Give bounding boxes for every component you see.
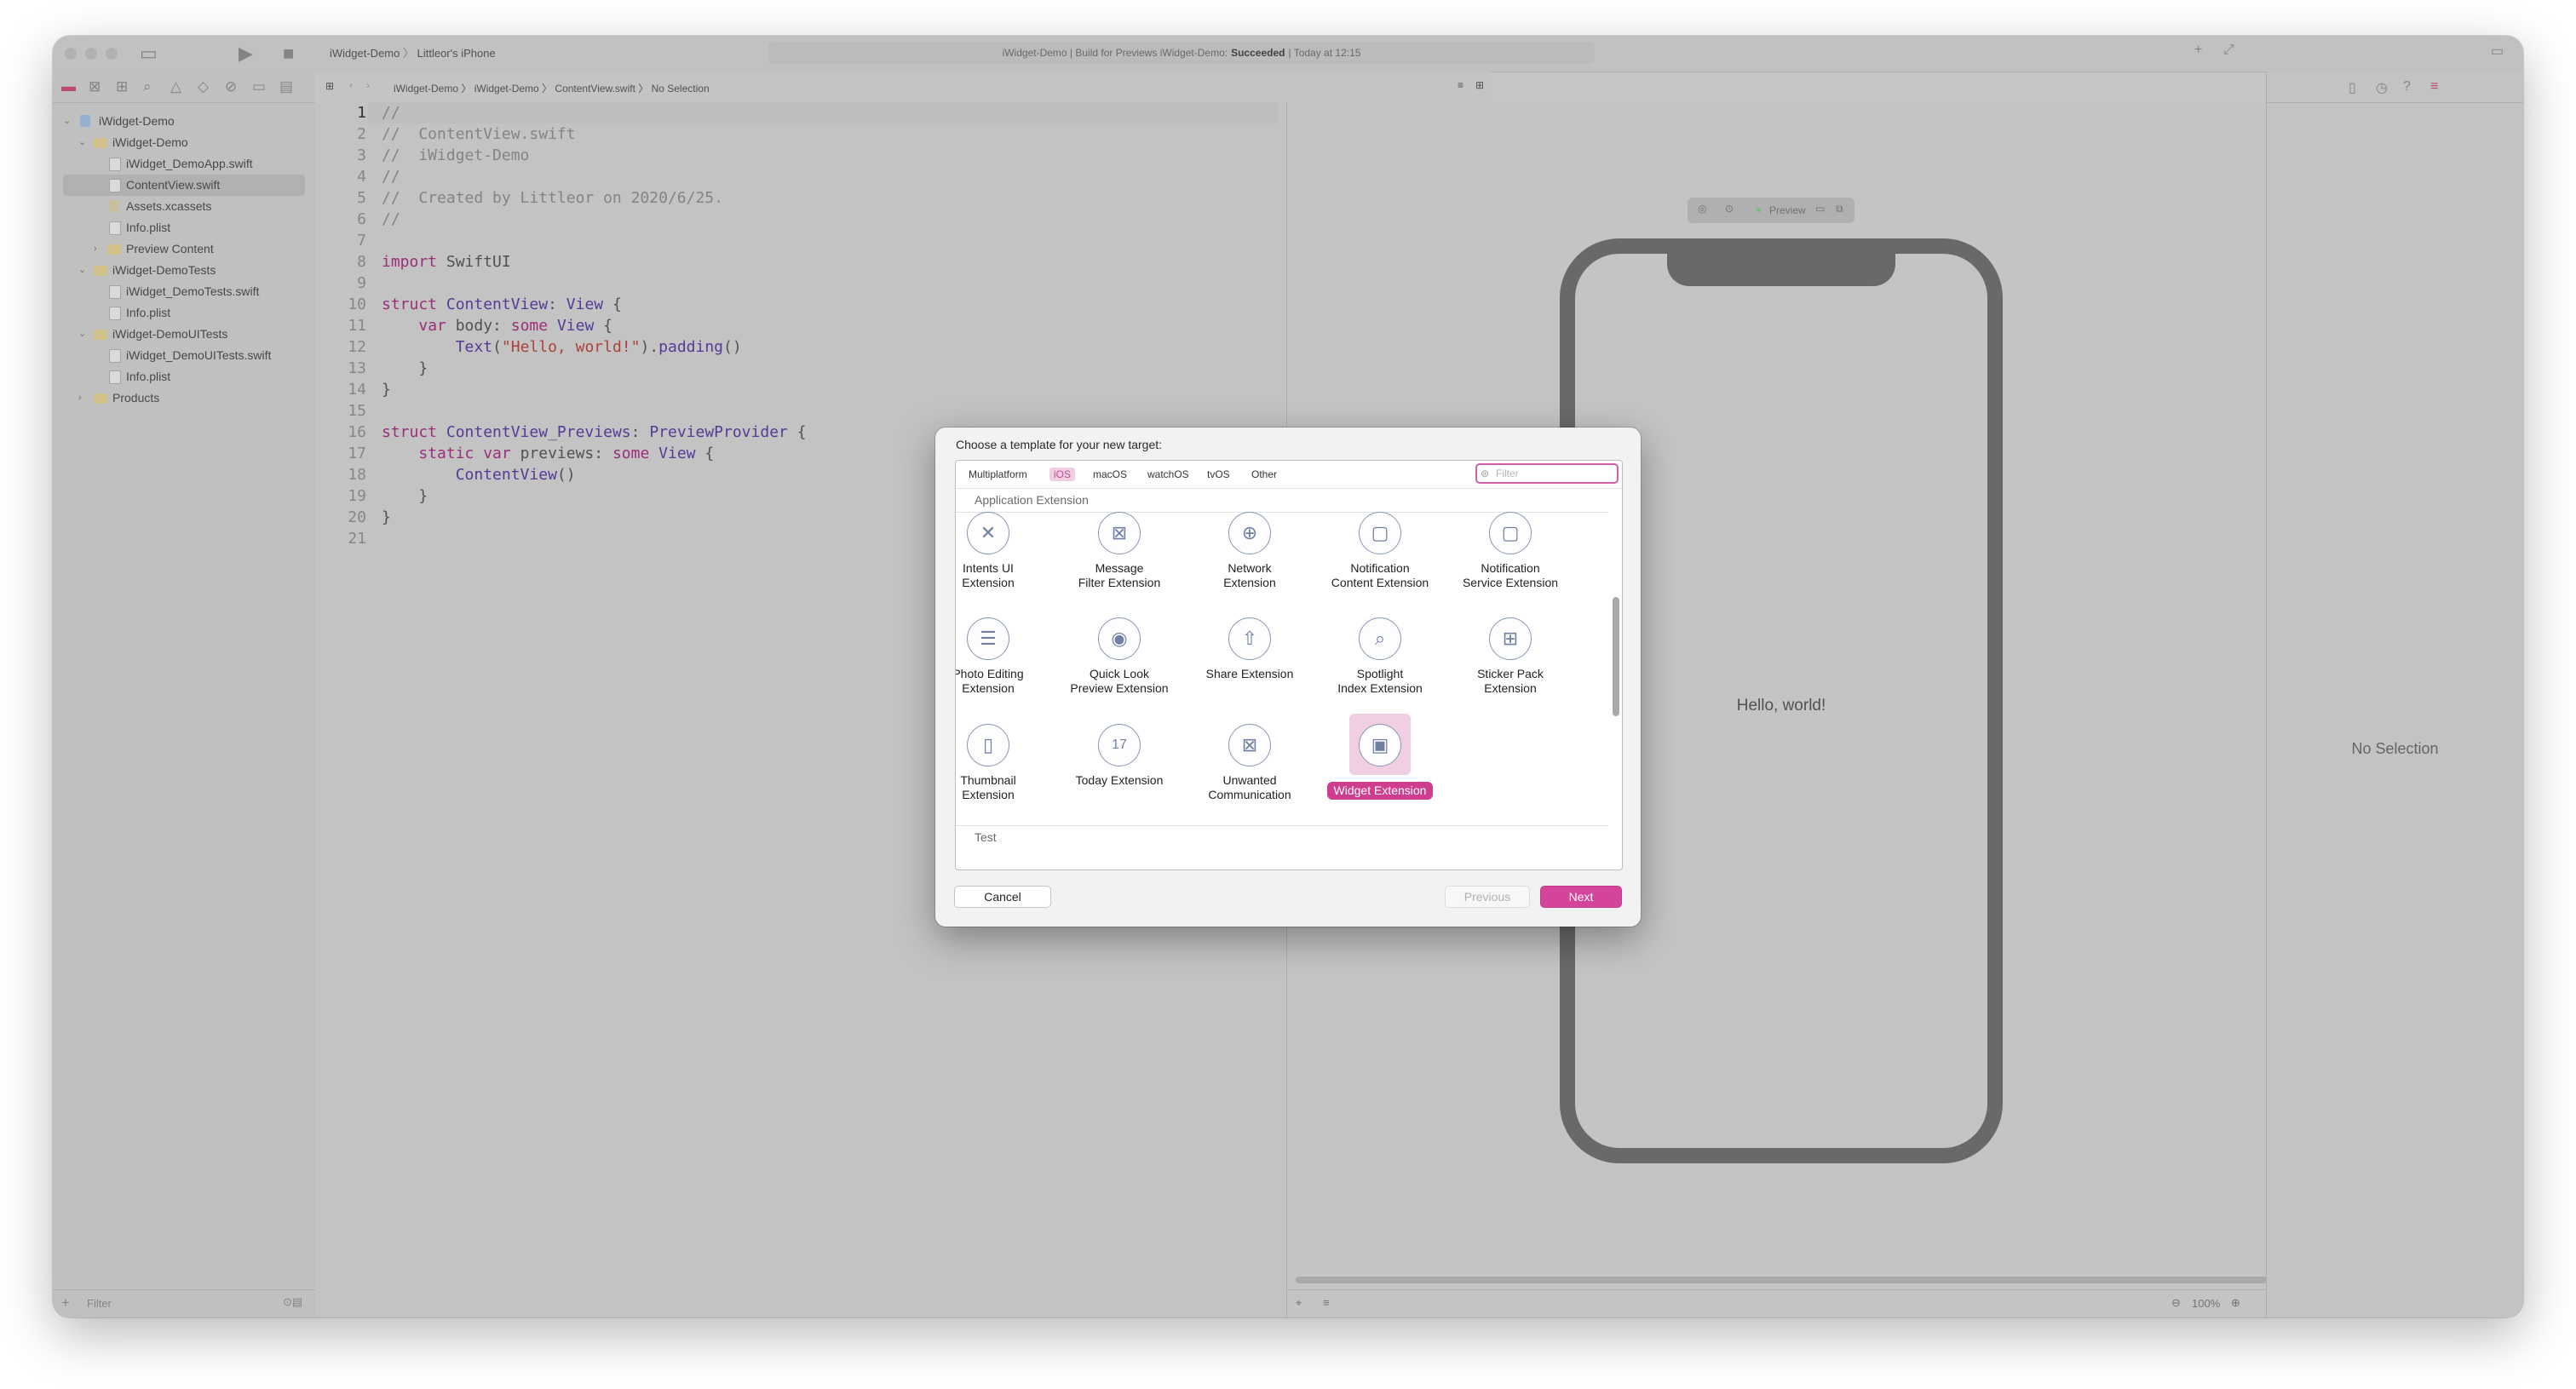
- new-target-sheet: Choose a template for your new target: M…: [935, 428, 1641, 927]
- template-name: Notification Content Extension: [1331, 561, 1429, 589]
- template-name: Sticker Pack Extension: [1477, 667, 1544, 695]
- template-name: Spotlight Index Extension: [1337, 667, 1423, 695]
- message-filter-icon: ⊠: [1098, 512, 1141, 554]
- notification-service-icon: ▢: [1489, 512, 1532, 554]
- template-widget-extension-selected[interactable]: ▣ Widget Extension: [1320, 714, 1440, 800]
- template-name: Message Filter Extension: [1078, 561, 1161, 589]
- template-quick-look-preview-extension[interactable]: ◉ Quick Look Preview Extension: [1060, 617, 1179, 696]
- thumbnail-icon: ▯: [967, 724, 1009, 766]
- selection-highlight: ▣: [1349, 714, 1411, 775]
- template-photo-editing-extension[interactable]: ☰ Photo Editing Extension: [955, 617, 1048, 696]
- tab-watchos[interactable]: watchOS: [1143, 468, 1193, 481]
- template-name: Network Extension: [1223, 561, 1276, 589]
- unwanted-communication-icon: ⊠: [1228, 724, 1271, 766]
- template-name: Widget Extension: [1320, 782, 1440, 800]
- template-name: Photo Editing Extension: [955, 667, 1024, 695]
- template-thumbnail-extension[interactable]: ▯ Thumbnail Extension: [956, 724, 1048, 802]
- template-name: Share Extension: [1205, 667, 1294, 680]
- template-intents-ui-extension[interactable]: ✕ Intents UI Extension: [956, 512, 1048, 590]
- template-chooser: Multiplatform iOS macOS watchOS tvOS Oth…: [955, 460, 1623, 870]
- photo-editing-sliders-icon: ☰: [967, 617, 1009, 660]
- tab-macos[interactable]: macOS: [1089, 468, 1131, 481]
- quick-look-eye-icon: ◉: [1098, 617, 1141, 660]
- section-header: Test: [975, 830, 997, 844]
- template-name: Quick Look Preview Extension: [1070, 667, 1169, 695]
- cancel-button[interactable]: Cancel: [954, 886, 1051, 908]
- filter-placeholder: Filter: [1496, 468, 1519, 479]
- template-sticker-pack-extension[interactable]: ⊞ Sticker Pack Extension: [1451, 617, 1570, 696]
- tab-ios[interactable]: iOS: [1049, 468, 1076, 481]
- template-name: Thumbnail Extension: [960, 773, 1016, 801]
- tab-tvos[interactable]: tvOS: [1203, 468, 1234, 481]
- sheet-title: Choose a template for your new target:: [956, 438, 1163, 451]
- spotlight-magnifier-icon: ⌕: [1359, 617, 1401, 660]
- template-network-extension[interactable]: ⊕ Network Extension: [1190, 512, 1309, 590]
- template-name: Notification Service Extension: [1462, 561, 1559, 589]
- template-share-extension[interactable]: ⇧ Share Extension: [1190, 617, 1309, 681]
- filter-icon: ⊜: [1481, 468, 1490, 479]
- template-spotlight-index-extension[interactable]: ⌕ Spotlight Index Extension: [1320, 617, 1440, 696]
- next-button[interactable]: Next: [1540, 886, 1622, 908]
- template-unwanted-communication[interactable]: ⊠ Unwanted Communication: [1190, 724, 1309, 802]
- template-notification-service-extension[interactable]: ▢ Notification Service Extension: [1451, 512, 1570, 590]
- template-name: Today Extension: [1075, 773, 1164, 787]
- section-header: Application Extension: [975, 493, 1089, 507]
- platform-tabs: Multiplatform iOS macOS watchOS tvOS Oth…: [956, 461, 1622, 489]
- previous-button[interactable]: Previous: [1445, 886, 1530, 908]
- notification-content-icon: ▢: [1359, 512, 1401, 554]
- template-name: Intents UI Extension: [962, 561, 1015, 589]
- share-icon: ⇧: [1228, 617, 1271, 660]
- template-name: Unwanted Communication: [1208, 773, 1291, 801]
- tab-multiplatform[interactable]: Multiplatform: [964, 468, 1032, 481]
- section-divider: [956, 825, 1608, 826]
- network-globe-icon: ⊕: [1228, 512, 1271, 554]
- intents-ui-icon: ✕: [967, 512, 1009, 554]
- widget-icon: ▣: [1359, 724, 1401, 766]
- sticker-pack-grid-icon: ⊞: [1489, 617, 1532, 660]
- template-today-extension[interactable]: 17 Today Extension: [1060, 724, 1179, 788]
- template-notification-content-extension[interactable]: ▢ Notification Content Extension: [1320, 512, 1440, 590]
- template-filter-field[interactable]: ⊜ Filter: [1475, 463, 1619, 484]
- tab-other[interactable]: Other: [1247, 468, 1281, 481]
- today-calendar-icon: 17: [1098, 724, 1141, 766]
- template-scrollbar[interactable]: [1613, 597, 1619, 716]
- template-message-filter-extension[interactable]: ⊠ Message Filter Extension: [1060, 512, 1179, 590]
